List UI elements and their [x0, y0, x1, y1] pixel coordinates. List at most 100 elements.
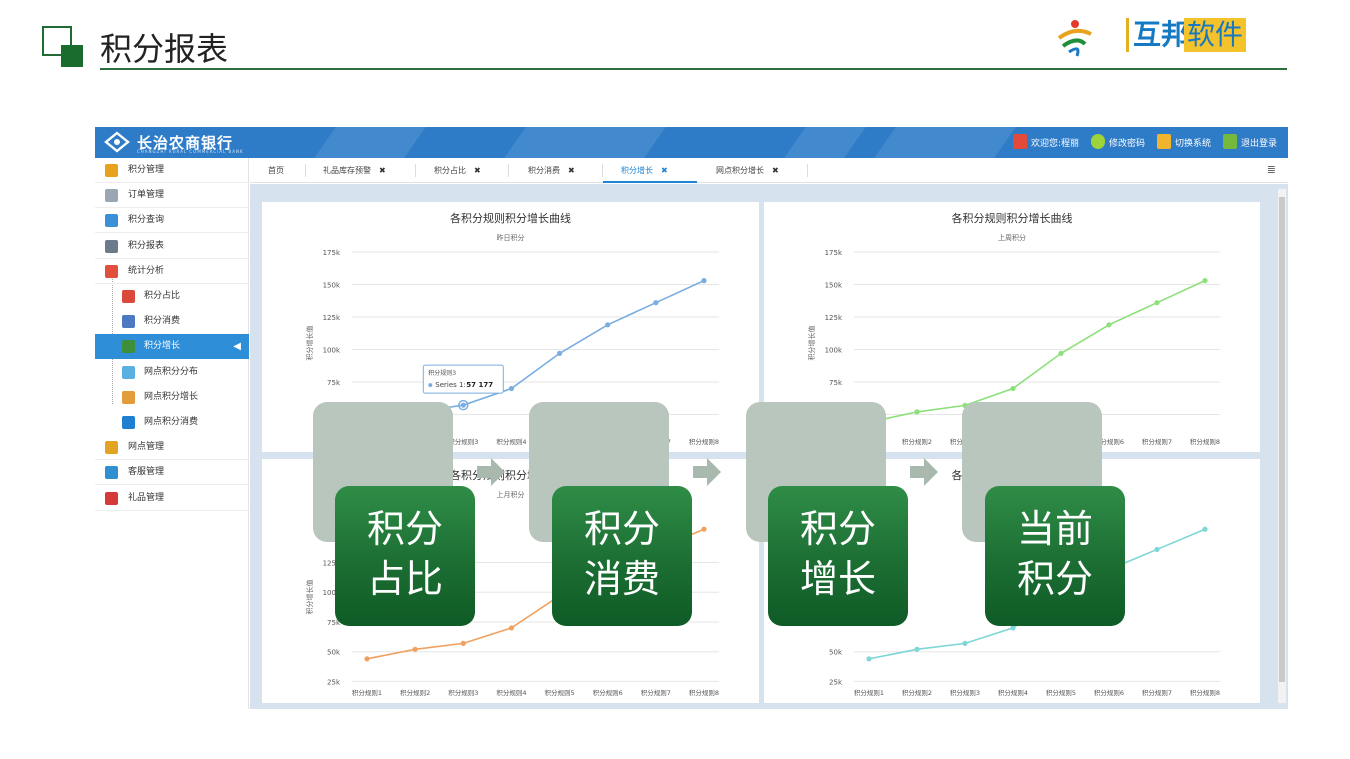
data-point [914, 646, 920, 652]
growth-icon [122, 340, 135, 354]
data-point [1058, 350, 1064, 356]
x-tick-label: 积分规则3 [448, 688, 478, 697]
chart-title: 各积分规则积分增长曲线 [450, 211, 571, 225]
data-point [508, 385, 515, 392]
sidebar-item[interactable]: 积分管理 [95, 158, 249, 183]
logo-text-secondary: 软件 [1184, 18, 1247, 52]
y-tick-label: 175k [323, 249, 341, 257]
x-tick-label: 积分规则6 [593, 688, 623, 697]
x-tick-label: 积分规则4 [496, 688, 526, 697]
topbar-decoration [314, 127, 426, 158]
step-box-points-growth: 积分 增长 [768, 486, 908, 626]
welcome-user-link[interactable]: 欢迎您:程丽 [1031, 136, 1079, 149]
data-point [653, 300, 659, 306]
content-scrollbar[interactable] [1278, 189, 1286, 703]
sidebar-item-label: 网点管理 [128, 442, 165, 453]
close-icon[interactable]: ✖ [379, 166, 386, 175]
close-icon[interactable]: ✖ [568, 166, 575, 175]
logout-link[interactable]: 退出登录 [1241, 136, 1277, 149]
sidebar-item[interactable]: 礼品管理 [95, 486, 249, 511]
switch-system-link[interactable]: 切换系统 [1175, 136, 1211, 149]
x-tick-label: 积分规则7 [641, 688, 671, 697]
sidebar-item[interactable]: 订单管理 [95, 183, 249, 209]
sidebar-item-label: 客服管理 [128, 467, 165, 478]
data-point [962, 640, 968, 646]
sidebar-item[interactable]: 网点管理 [95, 435, 249, 461]
data-point [460, 640, 466, 646]
y-tick-label: 150k [323, 282, 341, 290]
tab-branch-growth[interactable]: 网点积分增长 ✖ [716, 158, 779, 183]
x-tick-label: 积分规则4 [998, 688, 1028, 697]
y-tick-label: 175k [825, 249, 843, 257]
x-tick-label: 积分规则1 [854, 688, 884, 697]
tab-points-consume[interactable]: 积分消费 ✖ [528, 158, 575, 183]
y-tick-label: 100k [825, 347, 843, 355]
x-tick-label: 积分规则3 [950, 688, 980, 697]
bar-chart-icon [122, 416, 135, 429]
sidebar-item[interactable]: 积分增长 ◀ [95, 334, 249, 360]
y-axis-label: 积分增长值 [305, 580, 314, 615]
sidebar-item-label: 网点积分分布 [144, 366, 199, 377]
tab-divider [508, 164, 509, 177]
data-point [1010, 625, 1016, 631]
tab-points-share[interactable]: 积分占比 ✖ [434, 158, 481, 183]
sidebar-item[interactable]: 积分占比 [95, 284, 249, 309]
x-tick-label: 积分规则8 [689, 437, 719, 446]
sidebar-item-label: 统计分析 [128, 265, 165, 276]
close-icon[interactable]: ✖ [474, 166, 481, 175]
sidebar-item[interactable]: 网点积分消费 [95, 410, 249, 435]
tab-divider [415, 164, 416, 177]
title-square-fill [61, 45, 83, 67]
sidebar-item[interactable]: 积分消费 [95, 309, 249, 334]
data-point [914, 409, 920, 415]
consume-icon [122, 315, 135, 329]
sidebar-item-label: 积分报表 [128, 240, 165, 251]
sidebar-item[interactable]: 客服管理 [95, 460, 249, 486]
slide: 积分报表 互邦 软件 长治农商银行 CHANGZHI RURAL COMMERC… [0, 0, 1350, 759]
tab-menu-icon[interactable]: ≣ [1267, 163, 1276, 176]
change-password-link[interactable]: 修改密码 [1109, 136, 1145, 149]
sidebar-item-label: 积分管理 [128, 165, 165, 175]
arrow-right-icon [693, 458, 721, 486]
tab-gift-stock-alert[interactable]: 礼品库存预警 ✖ [323, 158, 386, 183]
sidebar-item[interactable]: 积分查询 [95, 208, 249, 234]
shield-icon [1091, 134, 1105, 149]
line-chart-icon [122, 390, 135, 404]
step-box-current-points: 当前 积分 [985, 486, 1125, 626]
tab-points-growth[interactable]: 积分增长 ✖ [603, 158, 697, 183]
sidebar-item[interactable]: 网点积分增长 [95, 385, 249, 410]
topbar-decoration [874, 127, 1016, 158]
distribution-icon [122, 365, 135, 379]
sidebar-item-label: 积分消费 [144, 316, 181, 327]
close-icon[interactable]: ✖ [772, 166, 779, 175]
sidebar-item[interactable]: 积分报表 [95, 234, 249, 259]
data-point [412, 646, 418, 652]
bank-logo-icon [104, 131, 130, 153]
y-tick-label: 100k [323, 347, 341, 355]
y-tick-label: 75k [327, 379, 341, 387]
y-tick-label: 150k [825, 282, 843, 290]
tooltip-value: 57 177 [466, 381, 493, 389]
sidebar-item-label: 网点积分消费 [144, 417, 199, 427]
scrollbar-thumb[interactable] [1279, 197, 1285, 682]
data-point [1202, 526, 1208, 532]
analysis-icon [105, 264, 118, 278]
tab-home[interactable]: 首页 [268, 158, 284, 183]
y-tick-label: 75k [829, 379, 843, 387]
x-tick-label: 积分规则4 [496, 437, 526, 446]
chart-subtitle: 上周积分 [998, 233, 1026, 242]
bank-subtitle: CHANGZHI RURAL COMMERCIAL BANK [137, 149, 244, 154]
search-icon [105, 214, 118, 228]
data-point [556, 350, 563, 356]
sidebar-item[interactable]: 网点积分分布 [95, 360, 249, 385]
arrow-right-icon [477, 458, 505, 486]
data-point [1202, 278, 1208, 284]
y-tick-label: 25k [829, 678, 843, 686]
sidebar-item-label: 订单管理 [128, 190, 165, 201]
database-icon [105, 164, 118, 177]
sidebar-item[interactable]: 统计分析 [95, 259, 249, 284]
step-box-points-share: 积分 占比 [335, 486, 475, 626]
exit-icon [1223, 134, 1237, 149]
close-icon[interactable]: ✖ [661, 166, 668, 175]
x-tick-label: 积分规则2 [400, 688, 430, 697]
